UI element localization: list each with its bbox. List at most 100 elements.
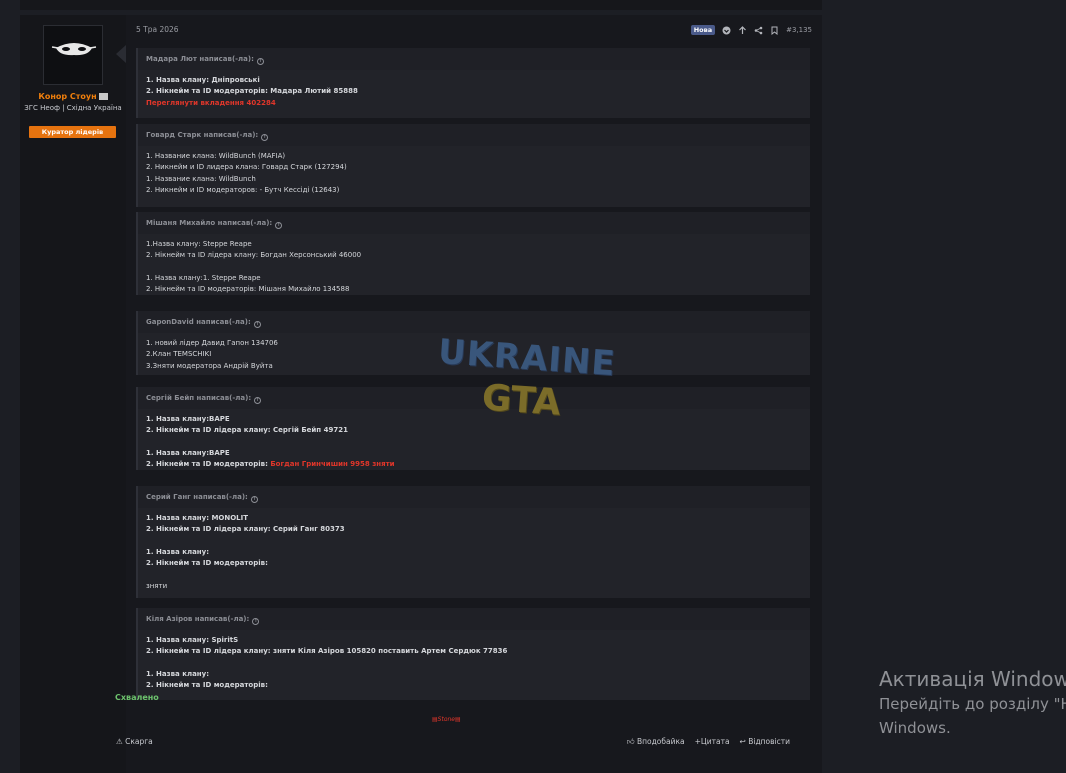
quote-author-label: Мішаня Михайло написав(-ла): [146, 219, 273, 227]
quote-line-text: 2. Нікнейм та ID модераторів: Мадара Лют… [146, 87, 358, 96]
quote-line: 1.Назва клану: Steppe Reape [146, 239, 802, 250]
user-title: ЗГС Неоф | Східна Україна [24, 104, 122, 112]
post-footer: ⚠ Скарга 👍︎ Вподобайка +Цитата ↩ Відпові… [116, 737, 790, 751]
jump-to-quote-icon[interactable]: ↑ [275, 222, 283, 229]
warning-icon: ⚠ [116, 737, 126, 746]
quote-line: 1. Название клана: WildBunch (MAFIA) [146, 151, 802, 162]
quote-author[interactable]: Серий Ганг написав(-ла): ↑ [138, 486, 810, 508]
quote-line[interactable]: Переглянути вкладення 402284 [146, 98, 802, 109]
quote-block: Мішаня Михайло написав(-ла): ↑ 1.Назва кла… [136, 212, 810, 295]
quote-line [146, 536, 802, 547]
quote-body: 1. Назва клану: MONOLIT 2. Нікнейм та ID … [138, 508, 810, 592]
jump-to-quote-icon[interactable]: ↑ [252, 618, 260, 625]
quote-line-text: 1. новий лідер Давид Гапон 134706 [146, 339, 278, 347]
activation-line1: Перейдіть до розділу "Настройки", щоб ак… [879, 695, 1066, 713]
quote-line-text: 1.Назва клану: Steppe Reape [146, 240, 252, 248]
signature: ▤Stone▤ [432, 716, 461, 723]
watermark-line2: GTA [480, 377, 562, 424]
quote-author-label: Сергій Бейп написав(-ла): [146, 394, 252, 402]
quote-author[interactable]: Кіля Азіров написав(-ла): ↑ [138, 608, 810, 630]
reply-button[interactable]: ↩ Відповісти [740, 737, 790, 747]
bookmark-icon[interactable] [770, 26, 779, 35]
quote-line: 2. Нікнейм та ID модераторів: Мішаня Мих… [146, 284, 802, 295]
quote-line: 2. Нікнейм та ID модераторів: [146, 558, 802, 569]
quote-line-text: 2. Нікнейм та ID лідера клану: Сергій Бе… [146, 426, 348, 435]
quote-line: 2. Нікнейм та ID модераторів: [146, 680, 802, 691]
jump-to-quote-icon[interactable]: ↑ [254, 397, 262, 404]
user-sidebar: Конор Стоун ЗГС Неоф | Східна Україна Ку… [20, 15, 126, 773]
quote-line: 1. Назва клану: MONOLIT [146, 513, 802, 524]
quote-author-label: Мадара Лют написав(-ла): [146, 55, 254, 63]
report-button[interactable]: ⚠ Скарга [116, 737, 153, 746]
quote-line-text: зняти [146, 581, 168, 590]
quote-line-text: 1. Название клана: WildBunch [146, 174, 256, 183]
quote-line [146, 658, 802, 669]
quote-author[interactable]: Мішаня Михайло написав(-ла): ↑ [138, 212, 810, 234]
windows-activation-watermark: Активація Windows Перейдіть до розділу "… [879, 666, 1066, 740]
quote-line: 2. Никнейм и ID лидера клана: Говард Ста… [146, 162, 802, 173]
quote-block: Кіля Азіров написав(-ла): ↑ 1. Назва клану… [136, 608, 810, 700]
quote-line-text: 1. Назва клану: MONOLIT [146, 514, 249, 522]
quote-line: 1. Назва клану: SpiritS [146, 635, 802, 646]
share-icon[interactable] [754, 26, 763, 35]
jump-to-quote-icon[interactable]: ↑ [250, 496, 258, 503]
quote-line-text: 2. Никнейм и ID лидера клана: Говард Ста… [146, 163, 347, 172]
quote-line-text: 1. Назва клану: [146, 547, 210, 556]
new-badge: Нова [690, 25, 716, 35]
reaction-icon[interactable] [722, 26, 731, 35]
quote-line-text: 1. Название клана: WildBunch (MAFIA) [146, 152, 286, 160]
approved-status: Схвалено [115, 693, 159, 702]
quote-line: зняти [146, 581, 802, 592]
quote-body: 1. Название клана: WildBunch (MAFIA) 2. Н… [138, 146, 810, 196]
username[interactable]: Конор Стоун [20, 92, 126, 101]
like-button[interactable]: 👍︎ Вподобайка [627, 737, 685, 747]
quote-body: 1.Назва клану: Steppe Reape 2. Нікнейм та… [138, 234, 810, 295]
mail-icon[interactable] [98, 93, 108, 100]
quote-block: Мадара Лют написав(-ла): ↑ 1. Назва клану:… [136, 48, 810, 118]
quote-line-text: Переглянути вкладення 402284 [146, 98, 276, 107]
quote-author-label: Кіля Азіров написав(-ла): [146, 615, 250, 623]
quote-line [146, 262, 802, 273]
quote-line-text: 2. Нікнейм та ID модераторів: [146, 460, 271, 469]
quote-button[interactable]: +Цитата [695, 737, 730, 747]
thumbs-up-icon: 👍︎ [626, 737, 637, 746]
quote-line-text: 2. Никнейм и ID модераторов: - Бутч Кесс… [146, 185, 340, 194]
quote-line [146, 569, 802, 580]
quote-line-text: 1. Назва клану: SpiritS [146, 636, 239, 644]
watermark-line1: UKRAINE [436, 331, 617, 385]
quote-line: 1. Назва клану: Дніпровські [146, 75, 802, 86]
upvote-icon[interactable] [738, 25, 747, 35]
ukraine-gta-watermark: UKRAINE GTA [430, 330, 640, 440]
quote-body: 1. Назва клану: SpiritS 2. Нікнейм та ID … [138, 630, 810, 691]
quote-line-text: 2. Нікнейм та ID лідера клану: Серий Ган… [146, 525, 345, 534]
quote-line-text: 1. Назва клану: [146, 669, 210, 678]
post-date[interactable]: 5 Тра 2026 [136, 25, 179, 34]
quote-line-text: 1. Назва клану:BAPE [146, 448, 230, 457]
post-number[interactable]: #3,135 [786, 26, 812, 34]
quote-line-text: 2. Нікнейм та ID модераторів: Мішаня Мих… [146, 285, 350, 294]
activation-title: Активація Windows [879, 667, 1066, 691]
post-arrow [116, 45, 126, 63]
quote-body: 1. Назва клану: Дніпровські 2. Нікнейм та… [138, 70, 810, 109]
quote-line-text: 3.Зняти модератора Андрій Вуйта [146, 361, 273, 370]
quote-author-label: Серий Ганг написав(-ла): [146, 493, 248, 501]
quote-line-text: 2. Нікнейм та ID модераторів: [146, 559, 268, 568]
quote-line: 1. Название клана: WildBunch [146, 174, 802, 185]
quote-line: 2. Никнейм и ID модераторов: - Бутч Кесс… [146, 185, 802, 196]
jump-to-quote-icon[interactable]: ↑ [253, 321, 261, 328]
quote-line-text: 2. Нікнейм та ID модераторів: [146, 681, 268, 690]
page-top-bar [20, 0, 822, 10]
quote-author[interactable]: Мадара Лют написав(-ла): ↑ [138, 48, 810, 70]
quote-line-text: 2. Нікнейм та ID лідера клану: Богдан Хе… [146, 251, 362, 260]
avatar[interactable] [43, 25, 103, 85]
quote-line-text: 1. Назва клану: Дніпровські [146, 76, 260, 84]
quote-line: 2. Нікнейм та ID модераторів: Мадара Лют… [146, 86, 802, 97]
quote-line: 1. Назва клану:1. Steppe Reape [146, 273, 802, 284]
jump-to-quote-icon[interactable]: ↑ [261, 134, 269, 141]
quote-author[interactable]: Говард Старк написав(-ла): ↑ [138, 124, 810, 146]
quote-block: Говард Старк написав(-ла): ↑ 1. Название к… [136, 124, 810, 207]
jump-to-quote-icon[interactable]: ↑ [256, 58, 264, 65]
post-header: 5 Тра 2026 Нова #3,135 [136, 23, 812, 37]
user-role-badge: Куратор лідерів [29, 126, 116, 138]
post-actions: 👍︎ Вподобайка +Цитата ↩ Відповісти [627, 737, 790, 747]
